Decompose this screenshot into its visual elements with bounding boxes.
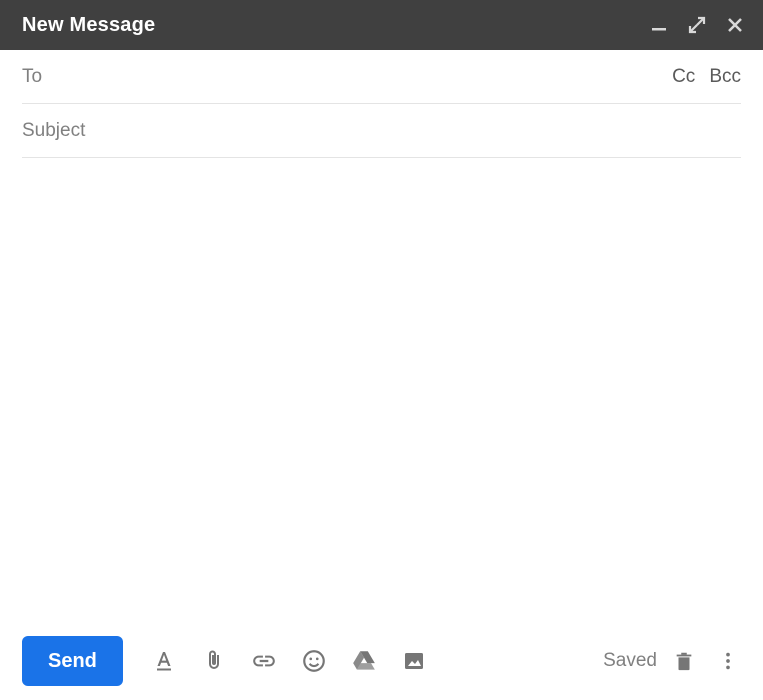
close-icon[interactable] bbox=[725, 15, 745, 35]
titlebar: New Message bbox=[0, 0, 763, 50]
titlebar-actions bbox=[649, 15, 745, 35]
insert-photo-icon[interactable] bbox=[401, 648, 427, 674]
header-fields: To Cc Bcc Subject bbox=[0, 50, 763, 158]
right-icons bbox=[671, 648, 741, 674]
compose-window: New Message To Cc Bcc S bbox=[0, 0, 763, 700]
send-button[interactable]: Send bbox=[22, 636, 123, 686]
formatting-options-icon[interactable] bbox=[151, 648, 177, 674]
to-field-row[interactable]: To Cc Bcc bbox=[22, 50, 741, 104]
insert-emoji-icon[interactable] bbox=[301, 648, 327, 674]
to-label: To bbox=[22, 66, 42, 88]
discard-draft-icon[interactable] bbox=[671, 648, 697, 674]
window-title: New Message bbox=[22, 14, 155, 37]
subject-field-row[interactable]: Subject bbox=[22, 104, 741, 158]
bottom-toolbar: Send bbox=[0, 622, 763, 700]
insert-link-icon[interactable] bbox=[251, 648, 277, 674]
formatting-icons bbox=[151, 648, 427, 674]
subject-label: Subject bbox=[22, 120, 85, 142]
cc-button[interactable]: Cc bbox=[672, 66, 695, 88]
save-status: Saved bbox=[603, 650, 657, 672]
expand-icon[interactable] bbox=[687, 15, 707, 35]
more-options-icon[interactable] bbox=[715, 648, 741, 674]
bcc-button[interactable]: Bcc bbox=[709, 66, 741, 88]
minimize-icon[interactable] bbox=[649, 15, 669, 35]
attach-file-icon[interactable] bbox=[201, 648, 227, 674]
message-body[interactable] bbox=[0, 158, 763, 622]
insert-drive-icon[interactable] bbox=[351, 648, 377, 674]
